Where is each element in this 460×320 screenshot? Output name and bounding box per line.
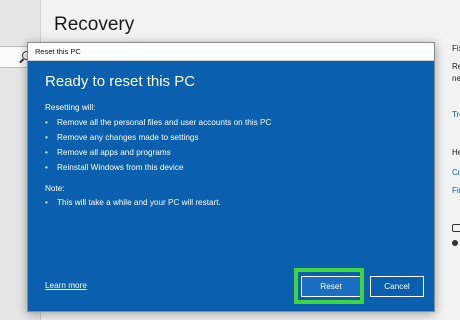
resetting-label: Resetting will: — [45, 103, 96, 112]
right-link-troubleshoot[interactable]: Tro — [452, 110, 460, 119]
right-link-find[interactable]: Fir — [452, 186, 460, 195]
right-text-1: Re — [452, 62, 460, 71]
dialog-titlebar: Reset this PC — [28, 43, 434, 61]
reset-button[interactable]: Reset — [301, 276, 361, 297]
dialog-heading: Ready to reset this PC — [45, 73, 196, 90]
right-heading-help: He — [452, 148, 460, 157]
note-item: This will take a while and your PC will … — [45, 198, 221, 207]
list-item: Remove all apps and programs — [45, 148, 171, 157]
feedback-icon[interactable] — [452, 224, 460, 232]
right-panel: Fix Re ne Tro He Cr Fir — [444, 0, 460, 320]
list-item: Remove any changes made to settings — [45, 133, 199, 142]
learn-more-link[interactable]: Learn more — [45, 281, 87, 290]
page-title: Recovery — [54, 14, 135, 35]
person-icon[interactable] — [452, 240, 458, 246]
right-text-2: ne — [452, 74, 460, 83]
right-heading-fix: Fix — [452, 44, 460, 53]
list-item: Reinstall Windows from this device — [45, 163, 183, 172]
cancel-button[interactable]: Cancel — [370, 276, 424, 297]
list-item: Remove all the personal files and user a… — [45, 118, 271, 127]
reset-dialog: Reset this PC Ready to reset this PC Res… — [27, 42, 435, 312]
right-link-create[interactable]: Cr — [452, 168, 460, 177]
note-label: Note: — [45, 184, 65, 193]
dialog-window-title: Reset this PC — [35, 47, 81, 56]
